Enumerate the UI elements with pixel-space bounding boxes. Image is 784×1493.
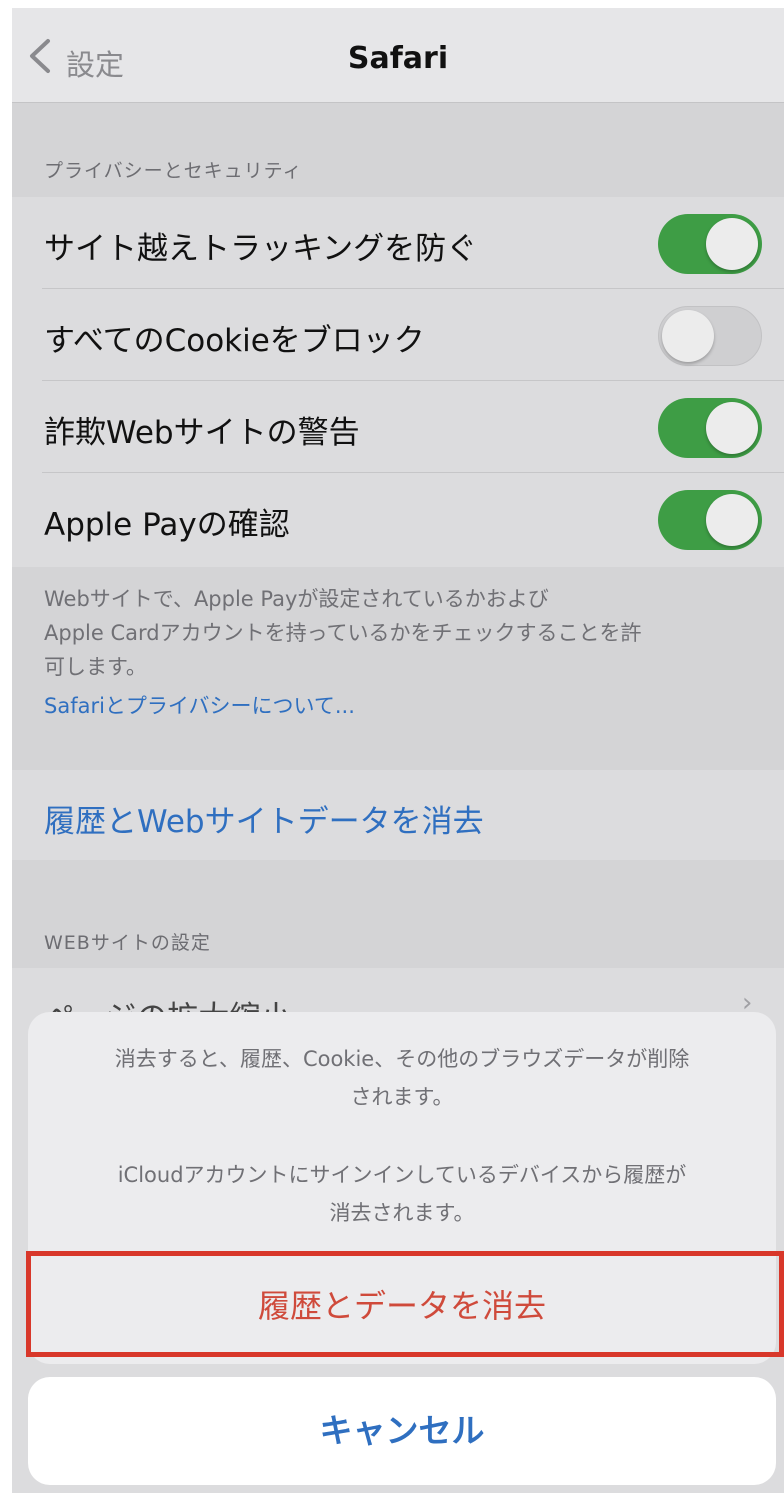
section-header-website-settings: WEBサイトの設定 <box>44 932 211 954</box>
page-title: Safari <box>347 41 449 76</box>
highlight-annotation <box>26 1251 784 1357</box>
privacy-link[interactable]: Safariとプライバシーについて... <box>44 690 355 720</box>
footer-line: Apple Cardアカウントを持っているかをチェックすることを許 <box>44 621 642 645</box>
row-label: サイト越えトラッキングを防ぐ <box>44 231 478 267</box>
toggle-block-cookies[interactable] <box>658 306 762 366</box>
row-label: 詐欺Webサイトの警告 <box>44 415 360 451</box>
toggle-knob <box>706 402 758 454</box>
toggle-prevent-tracking[interactable] <box>658 214 762 274</box>
toggle-knob <box>706 218 758 270</box>
row-prevent-cross-site-tracking: サイト越えトラッキングを防ぐ <box>12 197 784 289</box>
toggle-knob <box>662 310 714 362</box>
row-block-all-cookies: すべてのCookieをブロック <box>12 289 784 381</box>
toggle-fraud-warning[interactable] <box>658 398 762 458</box>
sheet-message-line: 消去されます。 <box>329 1201 475 1225</box>
row-check-apple-pay: Apple Payの確認 <box>12 473 784 565</box>
row-label: Apple Payの確認 <box>44 507 290 543</box>
privacy-group: サイト越えトラッキングを防ぐ すべてのCookieをブロック 詐欺Webサイトの… <box>12 197 784 567</box>
section-header-privacy: プライバシーとセキュリティ <box>44 160 303 182</box>
footer-line: Webサイトで、Apple Payが設定されているかおよび <box>44 587 549 611</box>
settings-screen: 設定 Safari プライバシーとセキュリティ サイト越えトラッキングを防ぐ す… <box>12 8 784 1493</box>
row-page-zoom-partial[interactable]: ページの拡大縮小 <box>44 992 291 1012</box>
navigation-bar: 設定 Safari <box>12 8 784 103</box>
sheet-message-icloud: iCloudアカウントにサインインしているデバイスから履歴が 消去されます。 <box>58 1156 746 1232</box>
sheet-message-line: 消去すると、履歴、Cookie、その他のブラウズデータが削除 <box>114 1047 690 1071</box>
sheet-message-line: iCloudアカウントにサインインしているデバイスから履歴が <box>117 1163 687 1187</box>
clear-history-button[interactable]: 履歴とWebサイトデータを消去 <box>44 796 484 841</box>
apple-pay-footer: Webサイトで、Apple Payが設定されているかおよび Apple Card… <box>44 582 764 684</box>
cancel-button[interactable]: キャンセル <box>28 1377 776 1485</box>
footer-line: 可します。 <box>44 655 147 679</box>
row-label: すべてのCookieをブロック <box>44 323 425 359</box>
clear-history-group: 履歴とWebサイトデータを消去 <box>12 770 784 860</box>
sheet-message: 消去すると、履歴、Cookie、その他のブラウズデータが削除 されます。 <box>58 1040 746 1116</box>
sheet-message-line: されます。 <box>350 1085 454 1109</box>
toggle-apple-pay[interactable] <box>658 490 762 550</box>
row-fraudulent-website-warning: 詐欺Webサイトの警告 <box>12 381 784 473</box>
toggle-knob <box>706 494 758 546</box>
